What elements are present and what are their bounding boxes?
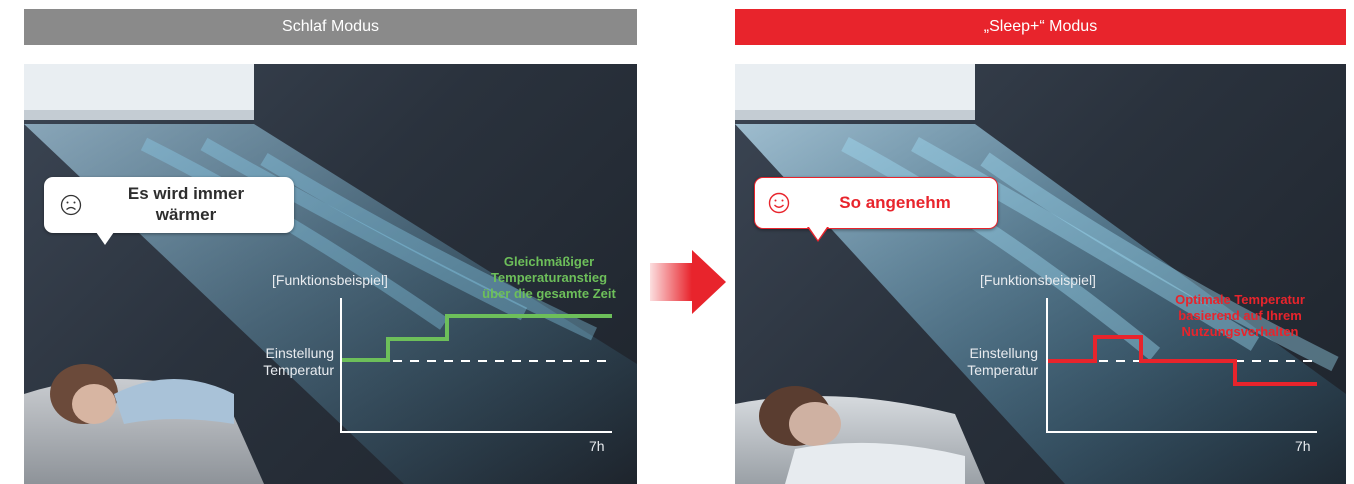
sleep-plus-modus-panel: So angenehm [Funktionsbeispiel] Einstell… xyxy=(735,64,1346,484)
schlaf-modus-header: Schlaf Modus xyxy=(24,9,637,45)
sleep-plus-modus-header: „Sleep+“ Modus xyxy=(735,9,1346,45)
temperature-chart-right xyxy=(1046,298,1317,433)
temperature-curve-left xyxy=(342,314,612,362)
temperature-chart-left xyxy=(340,298,612,433)
right-arrow-icon xyxy=(650,250,726,314)
schlaf-modus-panel: Es wird immer wärmer [Funktionsbeispiel]… xyxy=(24,64,637,484)
